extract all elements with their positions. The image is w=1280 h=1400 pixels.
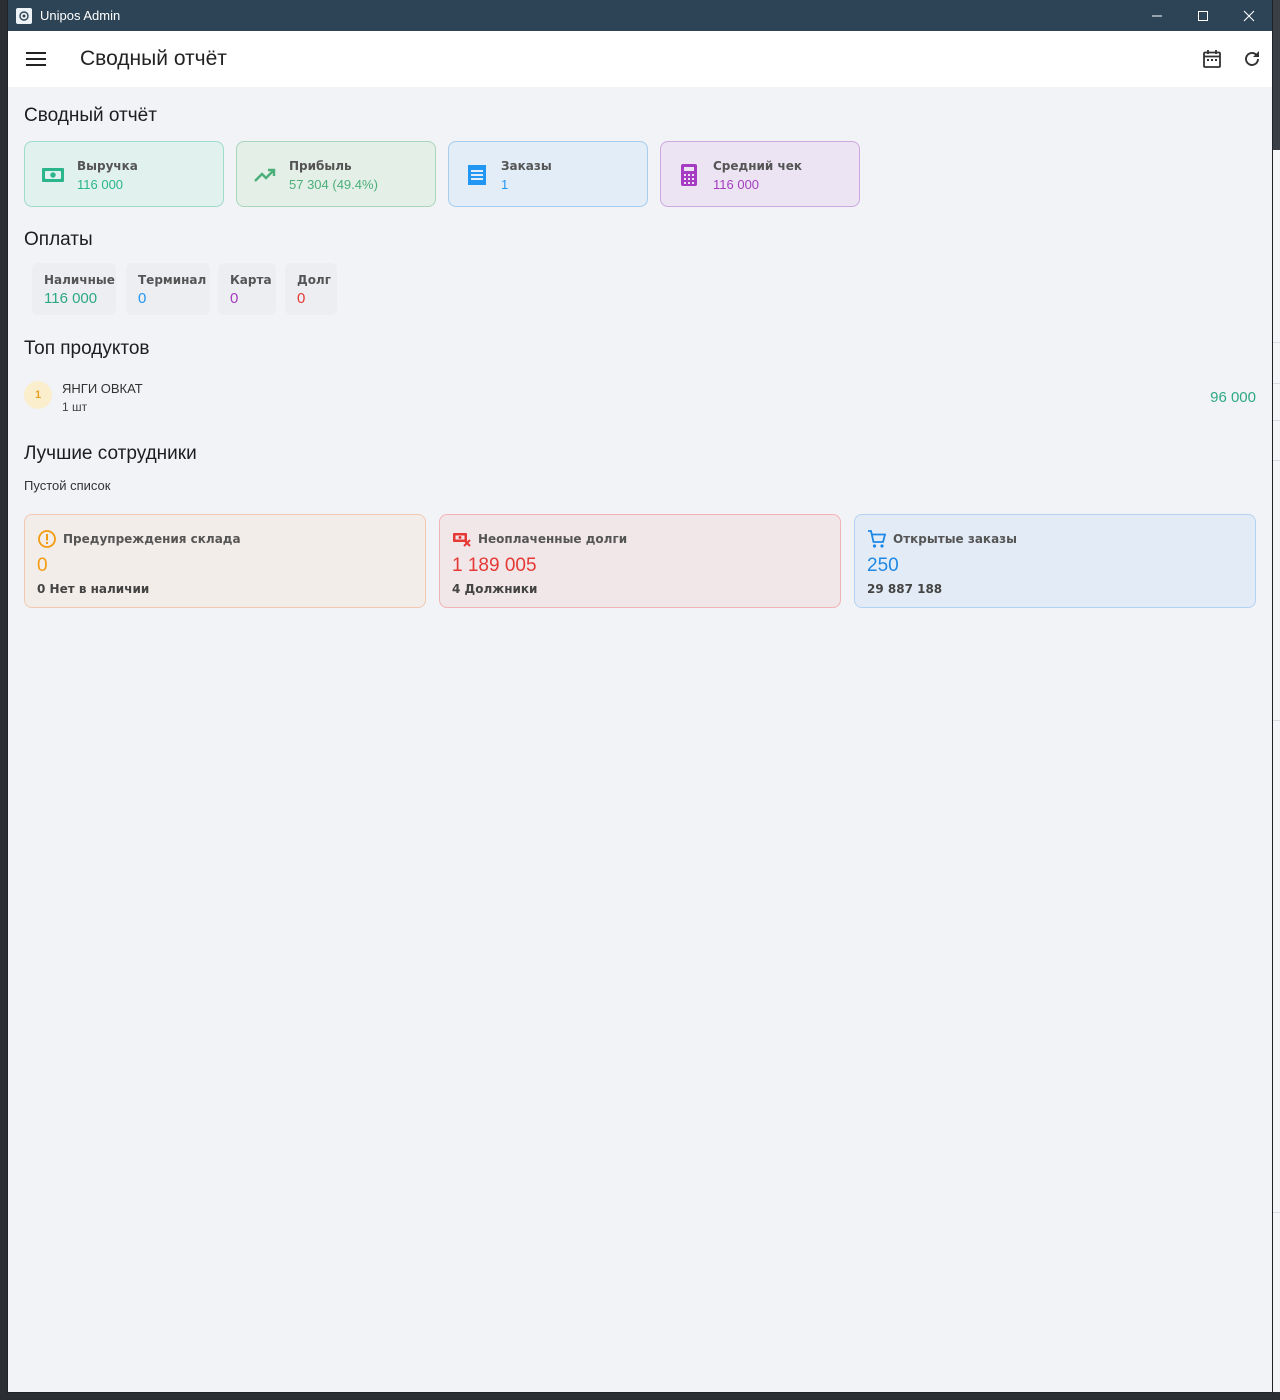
payment-card-value: 0 [230,290,239,307]
background-divider [1272,420,1280,421]
open-orders-card[interactable]: Открытые заказы 250 29 887 188 [854,514,1256,608]
background-divider [1272,383,1280,384]
revenue-card[interactable]: Выручка 116 000 [24,141,224,207]
payment-terminal-value: 0 [138,290,147,307]
best-employees-section-title: Лучшие сотрудники [24,443,197,464]
menu-button[interactable] [24,47,48,71]
cart-icon [867,529,887,549]
average-check-label: Средний чек [713,159,803,173]
orders-value: 1 [501,177,509,192]
calendar-icon [1203,50,1221,68]
revenue-label: Выручка [77,159,138,173]
background-divider [1272,460,1280,461]
payment-debt-value: 0 [297,290,306,307]
payment-cash-value: 116 000 [44,290,98,307]
profit-label: Прибыль [289,159,352,173]
profit-card[interactable]: Прибыль 57 304 (49.4%) [236,141,436,207]
product-rank-badge: 1 [24,381,52,409]
unpaid-debts-label: Неоплаченные долги [478,532,628,546]
stock-warnings-card[interactable]: Предупреждения склада 0 0 Нет в наличии [24,514,426,608]
calendar-button[interactable] [1200,47,1224,71]
payment-debt: Долг 0 [285,263,337,315]
cash-icon [41,163,65,187]
app-window: Unipos Admin Сводный отчёт Сводный отчёт… [8,0,1272,1392]
minimize-button[interactable] [1134,0,1180,31]
background-divider [1272,1212,1280,1213]
window-title: Unipos Admin [40,8,121,23]
payment-terminal-label: Терминал [138,273,207,287]
payment-cash-label: Наличные [44,273,115,287]
refresh-icon [1245,51,1259,66]
calculator-icon [677,163,701,187]
unpaid-debts-card[interactable]: Неоплаченные долги 1 189 005 4 Должники [439,514,841,608]
title-bar[interactable]: Unipos Admin [8,0,1272,31]
empty-list-text: Пустой список [24,478,111,493]
refresh-button[interactable] [1240,47,1264,71]
product-name: ЯНГИ ОВКАТ [62,381,143,396]
close-button[interactable] [1226,0,1272,31]
average-check-value: 116 000 [713,177,760,192]
background-taskbar [0,1392,1280,1400]
product-sum: 96 000 [1210,389,1256,406]
app-logo-icon [16,7,32,24]
trending-up-icon [253,163,277,187]
open-orders-label: Открытые заказы [893,532,1018,546]
summary-section-title: Сводный отчёт [24,105,157,126]
app-bar: Сводный отчёт [8,31,1272,87]
profit-value: 57 304 (49.4%) [289,177,378,192]
revenue-value: 116 000 [77,177,124,192]
product-quantity: 1 шт [62,400,88,414]
money-off-icon [452,529,472,549]
warning-icon [37,529,57,549]
receipt-icon [465,163,489,187]
unpaid-debts-sub: 4 Должники [452,582,538,596]
top-product-item[interactable]: 1 ЯНГИ ОВКАТ 1 шт 96 000 [24,379,1256,419]
background-app [1272,0,1280,1400]
minimize-icon [1152,15,1162,16]
maximize-icon [1198,10,1208,21]
payment-card: Карта 0 [218,263,276,315]
background-divider [1272,720,1280,721]
orders-label: Заказы [501,159,552,173]
payment-terminal: Терминал 0 [126,263,210,315]
background-divider [1272,342,1280,343]
payment-cash: Наличные 116 000 [32,263,116,315]
hamburger-menu-icon [26,52,46,66]
maximize-button[interactable] [1180,0,1226,31]
page-title: Сводный отчёт [80,47,227,70]
top-products-section-title: Топ продуктов [24,338,150,359]
stock-warnings-label: Предупреждения склада [63,532,241,546]
open-orders-sub: 29 887 188 [867,582,943,596]
payments-section-title: Оплаты [24,229,93,250]
unpaid-debts-value: 1 189 005 [452,555,537,576]
average-check-card[interactable]: Средний чек 116 000 [660,141,860,207]
background-app-header [1272,0,1280,150]
open-orders-value: 250 [867,555,899,576]
stock-warnings-sub: 0 Нет в наличии [37,582,150,596]
orders-card[interactable]: Заказы 1 [448,141,648,207]
stock-warnings-value: 0 [37,555,48,576]
close-icon [1243,10,1255,21]
payment-card-label: Карта [230,273,272,287]
payment-debt-label: Долг [297,273,331,287]
